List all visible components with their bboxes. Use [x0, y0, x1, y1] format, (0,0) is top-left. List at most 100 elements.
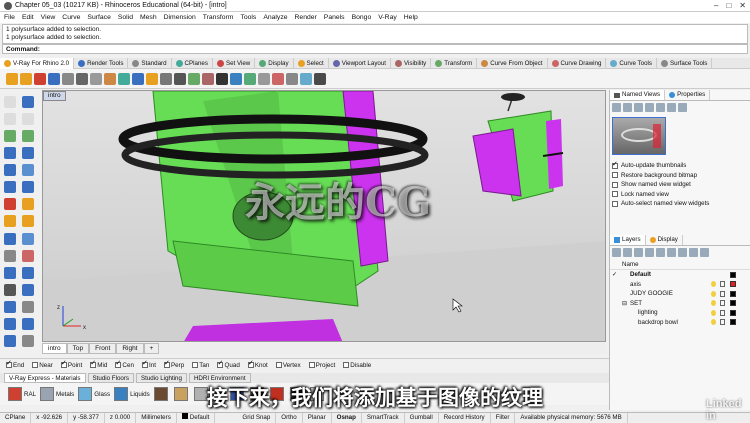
status-cplane[interactable]: CPlane	[0, 412, 32, 423]
osnap-checkbox[interactable]	[90, 359, 97, 368]
viewport-tab-add[interactable]: +	[143, 343, 160, 354]
toolbar-tool-icon[interactable]	[160, 72, 172, 85]
lightbulb-icon[interactable]	[711, 300, 716, 307]
import-view-icon[interactable]	[667, 103, 676, 112]
tab-set-view[interactable]: Set View	[213, 57, 256, 69]
tab-transform[interactable]: Transform	[431, 57, 478, 69]
toolbar-tool-icon[interactable]	[118, 72, 130, 85]
move-down-icon[interactable]	[656, 248, 665, 257]
osnap-knot[interactable]: Knot	[247, 359, 268, 369]
menu-item-mesh[interactable]: Mesh	[140, 14, 157, 21]
left-tool-icon[interactable]	[22, 164, 34, 177]
left-tool-icon[interactable]	[22, 130, 34, 143]
left-tool-icon[interactable]	[4, 232, 16, 245]
menu-item-surface[interactable]: Surface	[87, 14, 110, 21]
filter-icon[interactable]	[678, 248, 687, 257]
save-view-icon[interactable]	[612, 103, 621, 112]
toolbar-tool-icon[interactable]	[76, 72, 88, 85]
menu-item-solid[interactable]: Solid	[118, 14, 133, 21]
menu-item-help[interactable]: Help	[404, 14, 418, 21]
layer-color-swatch[interactable]	[730, 271, 736, 278]
help-icon[interactable]	[700, 248, 709, 257]
layer-row[interactable]: lighting	[610, 308, 750, 318]
layer-row[interactable]: ✓ Default	[610, 270, 750, 280]
status-gumball[interactable]: Gumball	[405, 412, 439, 423]
lightbulb-icon[interactable]	[711, 281, 716, 288]
status-layer[interactable]: Default	[177, 412, 216, 423]
toolbar-tool-icon[interactable]	[174, 72, 186, 85]
lock-icon[interactable]	[720, 290, 725, 297]
left-tool-icon[interactable]	[22, 232, 34, 245]
viewport-tab-top[interactable]: Top	[66, 343, 90, 354]
left-tool-icon[interactable]	[22, 147, 34, 160]
osnap-checkbox[interactable]	[115, 359, 122, 368]
tab-render-tools[interactable]: Render Tools	[74, 57, 129, 69]
toolbar-tool-icon[interactable]	[90, 72, 102, 85]
left-tool-icon[interactable]	[22, 283, 34, 296]
tab-standard[interactable]: Standard	[128, 57, 172, 69]
tab-cplanes[interactable]: CPlanes	[172, 57, 213, 69]
move-up-icon[interactable]	[645, 248, 654, 257]
status-units[interactable]: Millimeters	[136, 412, 177, 423]
osnap-near[interactable]: Near	[32, 362, 53, 369]
left-tool-icon[interactable]	[22, 215, 34, 228]
toolbar-tool-icon[interactable]	[48, 72, 60, 85]
osnap-checkbox[interactable]	[163, 359, 170, 368]
toolbar-tool-icon[interactable]	[314, 72, 326, 85]
toolbar-tool-icon[interactable]	[202, 72, 214, 85]
menu-item-analyze[interactable]: Analyze	[263, 14, 287, 21]
left-tool-icon[interactable]	[22, 317, 34, 330]
left-tool-icon[interactable]	[4, 215, 16, 228]
menu-item-view[interactable]: View	[41, 14, 56, 21]
tab-select[interactable]: Select	[294, 57, 329, 69]
osnap-end[interactable]: End	[6, 359, 24, 369]
option-checkbox[interactable]	[612, 191, 618, 198]
toolbar-tool-icon[interactable]	[216, 72, 228, 85]
osnap-vertex[interactable]: Vertex	[275, 362, 301, 369]
new-sublayer-icon[interactable]	[623, 248, 632, 257]
option-checkbox[interactable]	[612, 181, 618, 188]
viewport-tab-right[interactable]: Right	[116, 343, 144, 354]
menu-item-curve[interactable]: Curve	[62, 14, 80, 21]
toolbar-tool-icon[interactable]	[272, 72, 284, 85]
delete-layer-icon[interactable]	[634, 248, 643, 257]
left-tool-icon[interactable]	[4, 334, 16, 347]
tab-properties[interactable]: Properties	[665, 90, 711, 100]
left-tool-icon[interactable]	[22, 334, 34, 347]
left-tool-icon[interactable]	[22, 266, 34, 279]
toolbar-tool-icon[interactable]	[244, 72, 256, 85]
expand-icon[interactable]: ⊟	[622, 300, 627, 307]
command-prompt[interactable]: Command:	[2, 44, 748, 54]
left-tool-icon[interactable]	[4, 96, 16, 108]
export-view-icon[interactable]	[678, 103, 687, 112]
close-button[interactable]: ✕	[739, 1, 746, 10]
layer-color-swatch[interactable]	[730, 309, 736, 316]
toolbar-tool-icon[interactable]	[188, 72, 200, 85]
delete-view-icon[interactable]	[634, 103, 643, 112]
named-view-option[interactable]: Auto-update thumbnails	[610, 160, 750, 171]
osnap-checkbox[interactable]	[275, 362, 282, 368]
layer-row[interactable]: ⊟ SET	[610, 299, 750, 309]
option-checkbox[interactable]	[612, 200, 618, 207]
layer-color-swatch[interactable]	[730, 319, 736, 326]
menu-item-vray[interactable]: V-Ray	[378, 14, 397, 21]
osnap-checkbox[interactable]	[247, 359, 254, 368]
left-tool-icon[interactable]	[22, 198, 34, 211]
osnap-disable[interactable]: Disable	[343, 362, 371, 369]
layer-color-swatch[interactable]	[730, 290, 736, 297]
lock-icon[interactable]	[720, 309, 725, 316]
named-view-thumbnail[interactable]	[612, 117, 666, 155]
osnap-mid[interactable]: Mid	[90, 359, 107, 369]
status-planar[interactable]: Planar	[303, 412, 332, 423]
menu-item-bongo[interactable]: Bongo	[352, 14, 372, 21]
menu-item-render[interactable]: Render	[295, 14, 317, 21]
maximize-button[interactable]: □	[726, 1, 731, 10]
menu-item-panels[interactable]: Panels	[324, 14, 345, 21]
left-tool-icon[interactable]	[4, 164, 16, 177]
osnap-quad[interactable]: Quad	[217, 359, 240, 369]
tab-display[interactable]: Display	[255, 57, 294, 69]
toolbar-tool-icon[interactable]	[62, 72, 74, 85]
lock-icon[interactable]	[720, 281, 725, 288]
left-tool-icon[interactable]	[4, 266, 16, 279]
layer-color-swatch[interactable]	[730, 281, 736, 288]
